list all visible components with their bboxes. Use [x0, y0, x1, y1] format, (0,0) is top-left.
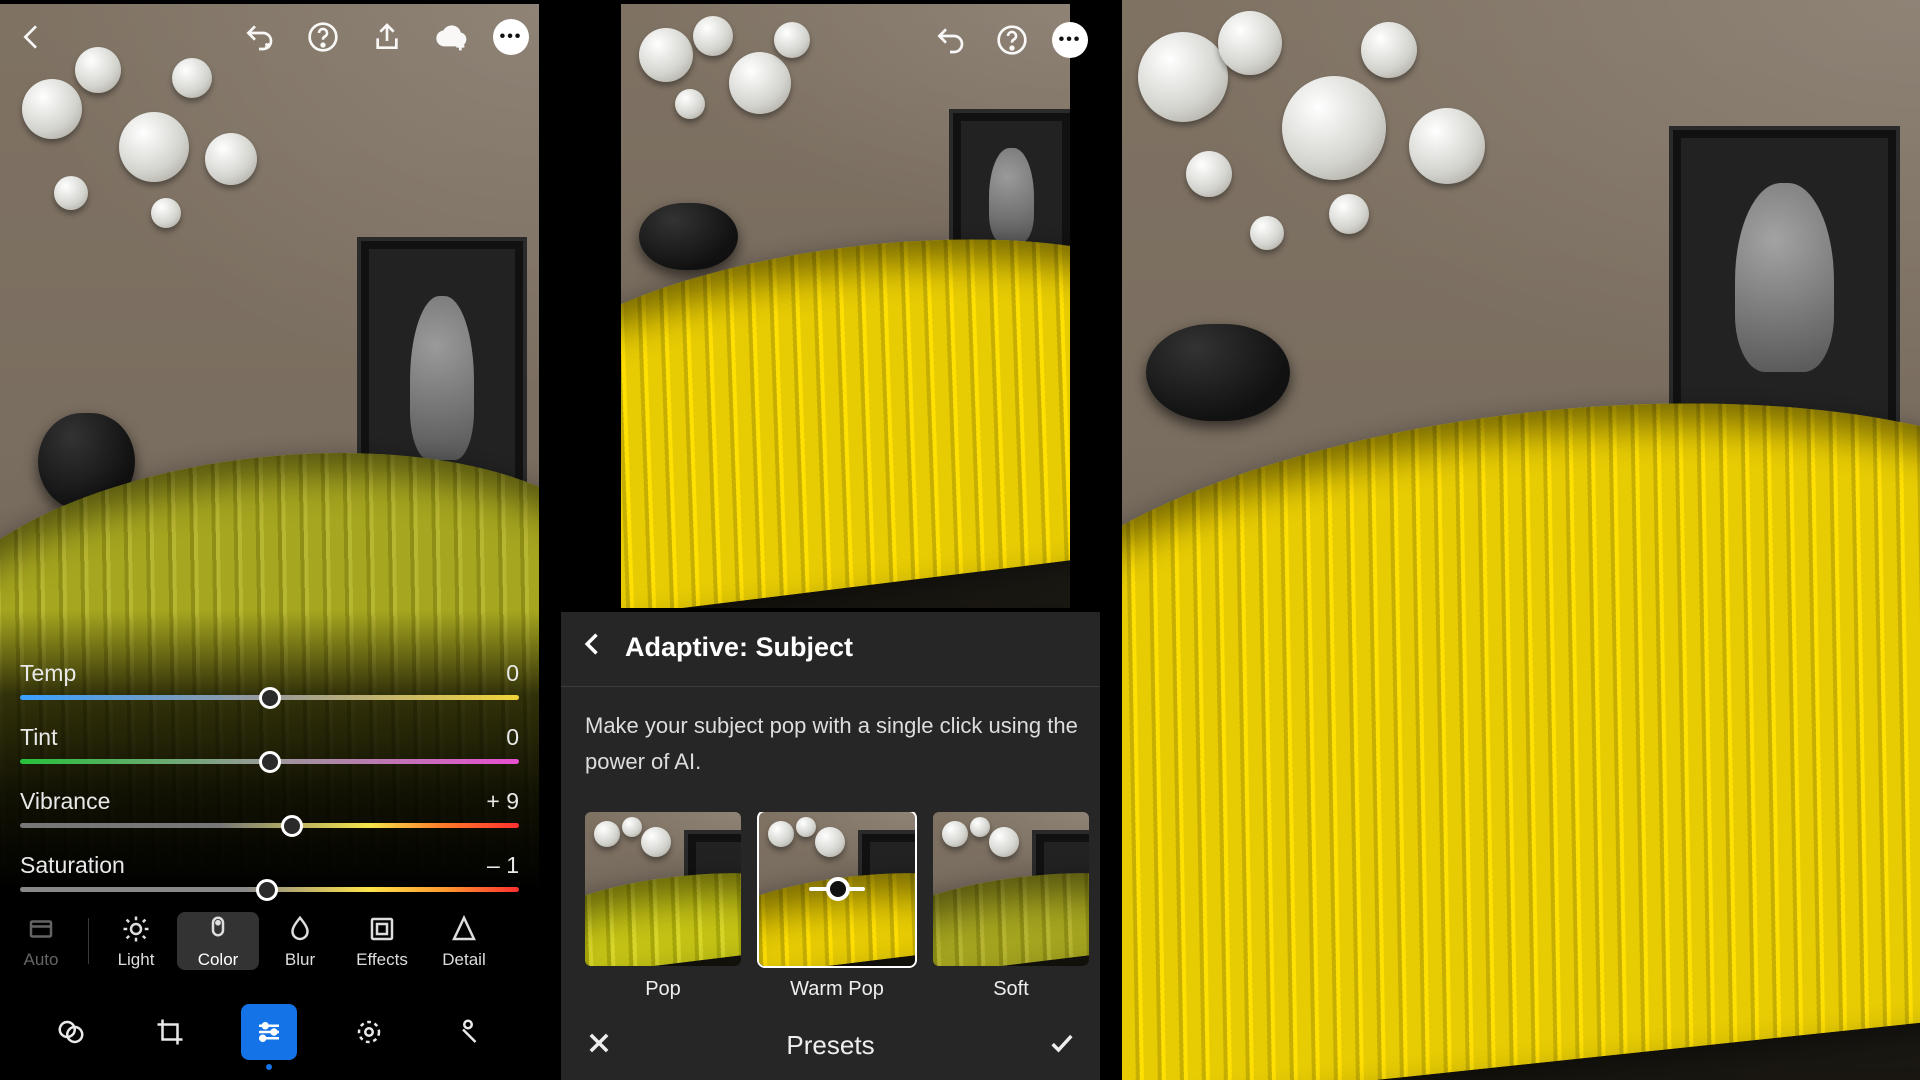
effects-icon — [365, 912, 399, 946]
mode-label: Color — [198, 950, 239, 970]
mode-blur[interactable]: Blur — [259, 912, 341, 970]
panel-title: Adaptive: Subject — [625, 632, 853, 663]
mode-detail[interactable]: Detail — [423, 912, 505, 970]
preset-pop[interactable]: Pop — [585, 812, 741, 1001]
mode-label: Auto — [24, 950, 59, 970]
result-photo-panel — [1122, 0, 1920, 1080]
preview-photo-2 — [621, 4, 1070, 608]
preset-thumbs: Pop Warm Pop Soft — [585, 812, 1100, 1001]
blur-icon — [283, 912, 317, 946]
mode-light[interactable]: Light — [95, 912, 177, 970]
presets-panel: ••• Adaptive: Subject Make your subject … — [561, 0, 1100, 1080]
filters-icon[interactable] — [43, 1004, 99, 1060]
slider-temp[interactable]: Temp 0 — [20, 660, 519, 700]
undo-icon[interactable] — [237, 15, 281, 59]
slider-value: 0 — [506, 660, 519, 687]
masking-icon[interactable] — [341, 1004, 397, 1060]
close-icon[interactable] — [585, 1029, 613, 1062]
mode-strip: Auto Light Color Blur Effects Detail — [0, 900, 539, 982]
bottom-title: Presets — [786, 1030, 874, 1061]
detail-icon — [447, 912, 481, 946]
slider-tint[interactable]: Tint 0 — [20, 724, 519, 764]
mode-auto[interactable]: Auto — [0, 912, 82, 970]
preset-label: Soft — [993, 978, 1029, 1001]
slider-label: Saturation — [20, 852, 125, 879]
more-icon[interactable]: ••• — [1052, 22, 1088, 58]
undo-icon[interactable] — [928, 18, 972, 62]
mode-effects[interactable]: Effects — [341, 912, 423, 970]
tool-strip — [0, 990, 539, 1074]
more-icon[interactable]: ••• — [493, 19, 529, 55]
back-icon[interactable] — [10, 15, 54, 59]
mode-color[interactable]: Color — [177, 912, 259, 970]
editor-color-panel: ••• Temp 0 Tint 0 Vibrance + 9 Saturatio… — [0, 0, 539, 1080]
amount-slider-icon[interactable] — [809, 887, 865, 891]
back-icon[interactable] — [579, 630, 607, 665]
confirm-icon[interactable] — [1048, 1029, 1076, 1062]
auto-icon — [24, 912, 58, 946]
color-icon — [201, 912, 235, 946]
slider-vibrance[interactable]: Vibrance + 9 — [20, 788, 519, 828]
mode-label: Blur — [285, 950, 315, 970]
preset-label: Pop — [645, 978, 681, 1001]
cloud-add-icon[interactable] — [429, 15, 473, 59]
panel-description: Make your subject pop with a single clic… — [585, 708, 1080, 781]
slider-value: 0 — [506, 724, 519, 751]
share-icon[interactable] — [365, 15, 409, 59]
slider-label: Vibrance — [20, 788, 110, 815]
preset-soft[interactable]: Soft — [933, 812, 1089, 1001]
result-photo — [1122, 0, 1920, 1080]
crop-icon[interactable] — [142, 1004, 198, 1060]
mode-label: Light — [118, 950, 155, 970]
slider-saturation[interactable]: Saturation – 1 — [20, 852, 519, 892]
mode-label: Detail — [442, 950, 485, 970]
slider-label: Temp — [20, 660, 76, 687]
slider-value: – 1 — [487, 852, 519, 879]
slider-value: + 9 — [486, 788, 519, 815]
help-icon[interactable] — [990, 18, 1034, 62]
healing-icon[interactable] — [440, 1004, 496, 1060]
slider-label: Tint — [20, 724, 58, 751]
light-icon — [119, 912, 153, 946]
adjust-icon[interactable] — [241, 1004, 297, 1060]
preset-warm-pop[interactable]: Warm Pop — [759, 812, 915, 1001]
preset-label: Warm Pop — [790, 978, 884, 1001]
help-icon[interactable] — [301, 15, 345, 59]
mode-label: Effects — [356, 950, 408, 970]
